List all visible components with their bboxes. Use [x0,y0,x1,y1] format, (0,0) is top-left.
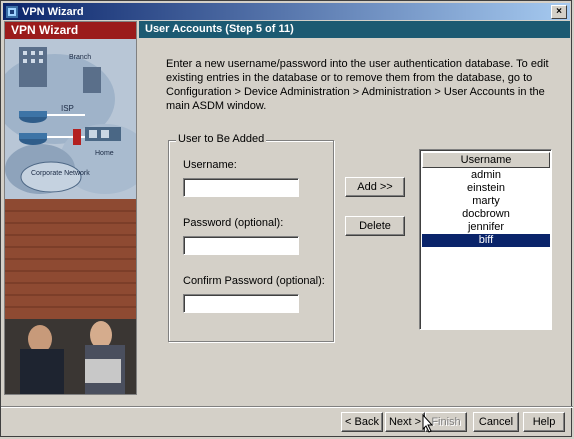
list-item[interactable]: einstein [422,182,550,195]
delete-button[interactable]: Delete [345,216,405,236]
mouse-cursor-icon [422,414,434,433]
cancel-button-label: Cancel [478,416,514,428]
footer-divider [1,406,573,408]
next-button-label: Next > [388,416,422,428]
app-icon [6,5,18,18]
corporate-network-label: Corporate Network [31,170,90,177]
username-column-header[interactable]: Username [422,152,550,168]
intro-text: Enter a new username/password into the u… [166,58,549,112]
password-input[interactable] [183,236,299,255]
branch-label: Branch [69,54,91,61]
list-item-selected[interactable]: biff [422,234,550,247]
username-input[interactable] [183,178,299,197]
sidebar-header: VPN Wizard [5,22,136,39]
step-header: User Accounts (Step 5 of 11) [139,21,570,38]
isp-label: ISP [61,104,74,113]
close-icon: × [556,6,562,17]
back-button-label: < Back [345,416,379,428]
group-title: User to Be Added [176,133,267,145]
help-button[interactable]: Help [523,412,565,432]
close-button[interactable]: × [551,5,567,19]
password-label: Password (optional): [183,217,284,229]
list-item[interactable]: jennifer [422,221,550,234]
wizard-sidebar: VPN Wizard Branch ISP Home Corporate Net… [4,21,137,395]
home-label: Home [95,150,114,157]
help-button-label: Help [532,416,556,428]
username-list[interactable]: Username admin einstein marty docbrown j… [419,149,552,330]
finish-button-label: Finish [431,416,461,428]
window-title: VPN Wizard [22,5,84,18]
list-item[interactable]: marty [422,195,550,208]
network-illustration: Branch ISP Home Corporate Network [5,39,136,394]
delete-button-label: Delete [359,220,391,232]
list-item[interactable]: docbrown [422,208,550,221]
confirm-password-input[interactable] [183,294,299,313]
username-label: Username: [183,159,237,171]
confirm-password-label: Confirm Password (optional): [183,275,325,287]
list-item[interactable]: admin [422,169,550,182]
cancel-button[interactable]: Cancel [473,412,519,432]
back-button[interactable]: < Back [341,412,383,432]
title-bar[interactable]: VPN Wizard × [3,3,570,20]
next-button[interactable]: Next > [385,412,425,432]
add-button[interactable]: Add >> [345,177,405,197]
vpn-wizard-window: VPN Wizard × VPN Wizard Branch ISP Home … [0,0,573,437]
add-button-label: Add >> [357,181,393,193]
